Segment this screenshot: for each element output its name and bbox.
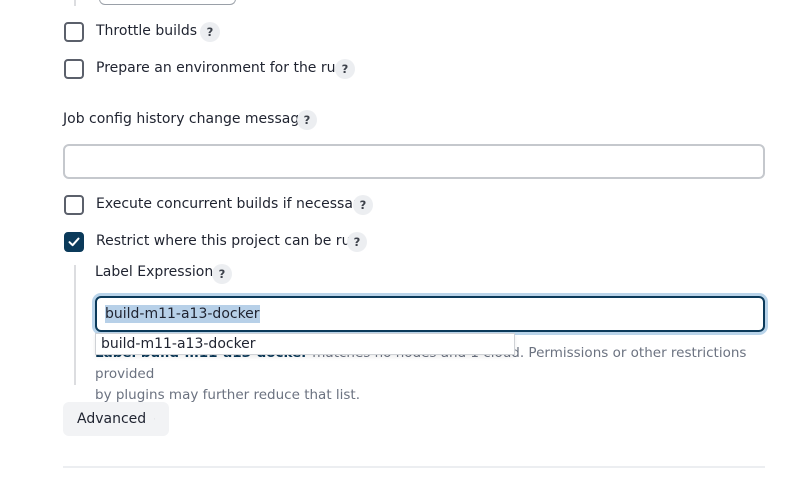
nested-section-line (74, 0, 76, 6)
label-expression-help-icon[interactable]: ? (212, 264, 232, 284)
execute-concurrent-checkbox[interactable] (64, 195, 84, 215)
advanced-label: Advanced (77, 411, 147, 427)
chevron-down-icon (154, 418, 155, 420)
autocomplete-option[interactable]: build-m11-a13-docker (101, 336, 256, 352)
label-expression-label: Label Expression (95, 264, 214, 280)
job-config-history-label: Job config history change message (63, 111, 308, 127)
prepare-environment-label: Prepare an environment for the run (96, 60, 345, 76)
restrict-where-label: Restrict where this project can be run (96, 233, 360, 249)
job-config-history-input[interactable] (63, 144, 765, 179)
throttle-builds-label: Throttle builds (96, 23, 198, 39)
label-expression-input[interactable]: build-m11-a13-docker (95, 296, 765, 332)
label-expression-value: build-m11-a13-docker (105, 305, 260, 323)
job-config-history-help-icon[interactable]: ? (297, 110, 317, 130)
execute-concurrent-help-icon[interactable]: ? (353, 195, 373, 215)
execute-concurrent-label: Execute concurrent builds if necessary (96, 196, 367, 212)
throttle-builds-help-icon[interactable]: ? (200, 22, 220, 42)
restrict-where-help-icon[interactable]: ? (347, 232, 367, 252)
nested-section-line (74, 265, 76, 385)
previous-field-bottom (99, 0, 236, 5)
throttle-builds-checkbox[interactable] (64, 22, 84, 42)
autocomplete-dropdown[interactable]: build-m11-a13-docker (95, 333, 515, 355)
restrict-where-checkbox[interactable] (64, 232, 84, 252)
checkmark-icon (68, 237, 80, 247)
validation-text-line2: by plugins may further reduce that list. (95, 387, 361, 403)
prepare-environment-help-icon[interactable]: ? (335, 59, 355, 79)
prepare-environment-checkbox[interactable] (64, 59, 84, 79)
advanced-button[interactable]: Advanced (63, 402, 169, 436)
section-divider (63, 466, 765, 468)
